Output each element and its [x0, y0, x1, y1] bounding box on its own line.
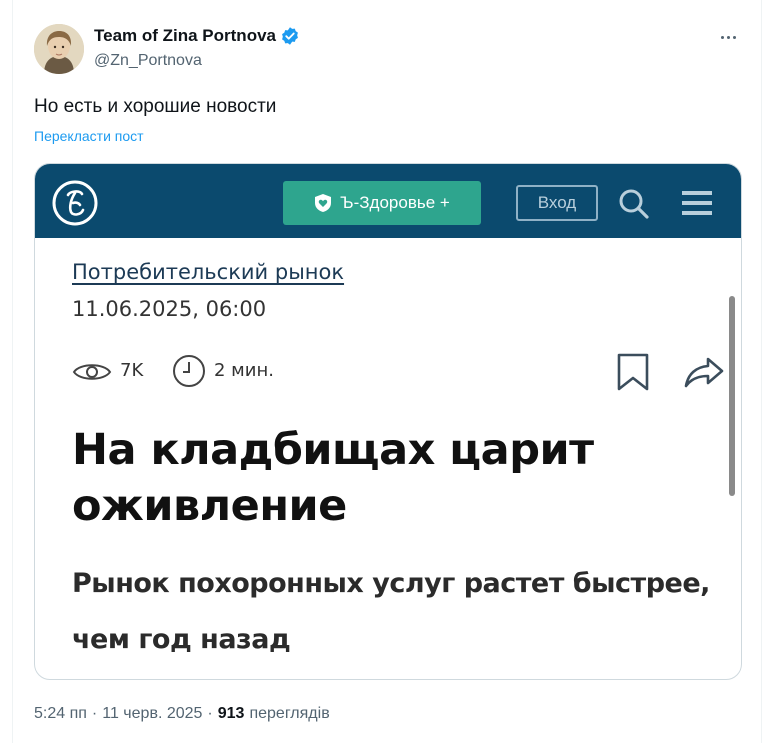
scrollbar-thumb: [729, 296, 735, 496]
clock-icon: [173, 355, 205, 387]
article-subheadline: Рынок похоронных услуг растет быстрее, ч…: [72, 568, 710, 655]
translate-post-link[interactable]: Перекласти пост: [34, 128, 144, 144]
shield-heart-icon: [315, 194, 332, 212]
health-plus-button[interactable]: Ъ-Здоровье +: [283, 181, 481, 225]
share-icon[interactable]: [684, 356, 724, 388]
search-icon[interactable]: [618, 188, 650, 220]
login-button[interactable]: Вход: [516, 185, 598, 221]
hamburger-menu-icon[interactable]: [681, 189, 713, 217]
author-display-name[interactable]: Team of Zina Portnova: [94, 26, 276, 46]
site-header: Ъ-Здоровье + Вход: [35, 164, 741, 238]
post-time[interactable]: 5:24 пп: [34, 705, 87, 723]
author-avatar[interactable]: [34, 24, 84, 74]
post-date[interactable]: 11 черв. 2025: [102, 705, 202, 723]
article-meta-row: 7K 2 мин.: [72, 352, 724, 392]
tweet-footer: 5:24 пп · 11 черв. 2025 · 913 переглядів: [34, 705, 330, 723]
footer-separator: ·: [207, 705, 213, 722]
view-count: 7K: [120, 360, 144, 381]
views-label: переглядів: [249, 705, 330, 722]
footer-separator: ·: [91, 705, 98, 722]
tweet-card: Team of Zina Portnova @Zn_Portnova Но ес…: [12, 0, 762, 743]
views-count[interactable]: 913: [218, 705, 245, 723]
kommersant-logo-icon: [52, 180, 98, 226]
article-headline: На кладбищах царит оживление: [72, 425, 594, 531]
bookmark-icon[interactable]: [614, 352, 652, 392]
more-options-icon[interactable]: [715, 24, 741, 50]
verified-badge-icon: [282, 27, 298, 45]
health-plus-label: Ъ-Здоровье +: [340, 193, 450, 212]
article-category-link[interactable]: Потребительский рынок: [72, 260, 344, 284]
portrait-avatar-icon: [34, 24, 84, 74]
attached-image[interactable]: Ъ-Здоровье + Вход Потребительский рынок …: [34, 163, 742, 680]
read-time: 2 мин.: [214, 360, 274, 381]
author-name-row[interactable]: Team of Zina Portnova: [94, 26, 300, 46]
author-handle[interactable]: @Zn_Portnova: [94, 52, 202, 70]
tweet-text: Но есть и хорошие новости: [34, 96, 277, 117]
article-date: 11.06.2025, 06:00: [72, 297, 267, 321]
eye-icon: [72, 364, 112, 380]
